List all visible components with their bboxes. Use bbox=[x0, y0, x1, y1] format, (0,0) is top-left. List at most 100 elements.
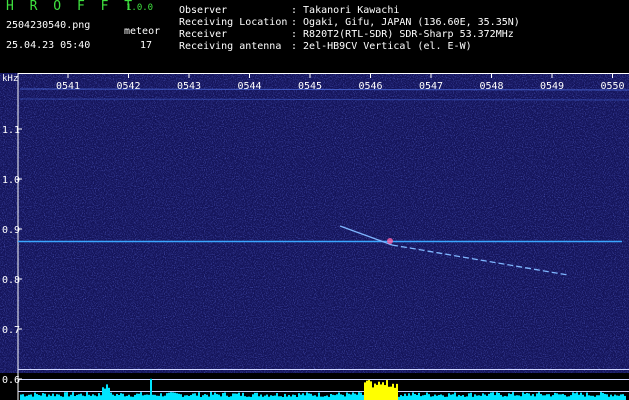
level-bar bbox=[578, 394, 580, 400]
level-bar bbox=[430, 396, 432, 400]
level-bar bbox=[294, 394, 296, 400]
level-bar bbox=[24, 396, 26, 400]
level-bar bbox=[466, 396, 468, 400]
level-bar bbox=[130, 396, 132, 400]
level-bar bbox=[242, 392, 244, 400]
observer-label: Observer bbox=[179, 5, 228, 16]
level-bar bbox=[514, 395, 516, 400]
level-bar bbox=[458, 394, 460, 400]
level-bar bbox=[144, 394, 146, 400]
level-bar bbox=[322, 396, 324, 400]
level-bar bbox=[408, 393, 410, 400]
location-value: : Ogaki, Gifu, JAPAN (136.60E, 35.35N) bbox=[291, 17, 520, 28]
level-bar bbox=[546, 394, 548, 400]
level-bar bbox=[216, 394, 218, 400]
location-label: Receiving Location bbox=[179, 17, 288, 28]
level-bar bbox=[102, 387, 104, 400]
level-bar bbox=[470, 392, 472, 400]
level-bar bbox=[528, 393, 530, 400]
level-bar bbox=[248, 396, 250, 400]
level-bar bbox=[192, 393, 194, 400]
level-bar bbox=[232, 393, 234, 400]
level-bar bbox=[432, 396, 434, 400]
level-bar bbox=[238, 392, 240, 400]
level-bar bbox=[304, 395, 306, 400]
level-bar bbox=[590, 395, 592, 400]
level-bar bbox=[478, 395, 480, 400]
level-bar bbox=[218, 394, 220, 400]
level-bar bbox=[76, 394, 78, 400]
level-bar bbox=[40, 395, 42, 400]
level-bar bbox=[258, 396, 260, 400]
level-bar bbox=[558, 394, 560, 400]
level-bar bbox=[114, 395, 116, 400]
level-bar bbox=[206, 394, 208, 400]
level-bar bbox=[66, 392, 68, 400]
level-bar bbox=[292, 394, 294, 400]
level-bar bbox=[488, 393, 490, 400]
level-bar bbox=[554, 392, 556, 400]
level-bar bbox=[234, 393, 236, 400]
level-bar bbox=[596, 395, 598, 400]
level-bar bbox=[162, 396, 164, 400]
level-bar bbox=[118, 394, 120, 400]
level-bar bbox=[30, 394, 32, 400]
level-bar bbox=[620, 394, 622, 400]
level-bar bbox=[562, 393, 564, 400]
level-bar bbox=[388, 386, 390, 400]
level-bar bbox=[382, 382, 384, 400]
level-bar bbox=[366, 380, 368, 400]
level-bar bbox=[500, 394, 502, 400]
freq-tick-label: 0.8 bbox=[2, 275, 20, 286]
level-bar bbox=[538, 392, 540, 400]
level-bar bbox=[484, 394, 486, 400]
level-bar bbox=[344, 396, 346, 400]
level-bar bbox=[348, 393, 350, 400]
level-bar bbox=[572, 392, 574, 400]
time-tick-label: 0544 bbox=[237, 81, 261, 92]
level-bar bbox=[550, 396, 552, 400]
level-bar bbox=[606, 394, 608, 400]
time-tick-label: 0543 bbox=[177, 81, 201, 92]
level-bar bbox=[614, 394, 616, 400]
level-bar bbox=[372, 387, 374, 400]
level-bar bbox=[68, 396, 70, 400]
meteor-count: 17 bbox=[140, 40, 153, 51]
level-bar bbox=[158, 395, 160, 400]
level-bar bbox=[58, 394, 60, 400]
level-bar bbox=[600, 392, 602, 400]
level-bar bbox=[156, 395, 158, 400]
level-bar bbox=[352, 392, 354, 400]
level-bar bbox=[142, 395, 144, 400]
level-bar bbox=[584, 396, 586, 400]
antenna-value: : 2el-HB9CV Vertical (el. E-W) bbox=[291, 41, 472, 52]
level-bar bbox=[44, 393, 46, 400]
level-bar bbox=[336, 394, 338, 400]
level-bar bbox=[48, 394, 50, 400]
level-bar bbox=[160, 393, 162, 400]
level-bar bbox=[98, 393, 100, 400]
level-bar bbox=[618, 395, 620, 400]
level-bar bbox=[180, 394, 182, 400]
time-tick-label: 0548 bbox=[479, 81, 503, 92]
level-bar bbox=[276, 393, 278, 400]
level-bar bbox=[104, 388, 106, 400]
level-bar bbox=[512, 392, 514, 400]
meteor-label: meteor bbox=[124, 26, 161, 37]
level-bar bbox=[224, 392, 226, 400]
time-tick-label: 0549 bbox=[540, 81, 564, 92]
level-bar bbox=[476, 395, 478, 400]
time-tick-label: 0547 bbox=[419, 81, 443, 92]
level-bar bbox=[414, 394, 416, 400]
level-bar bbox=[122, 393, 124, 400]
level-bar bbox=[460, 395, 462, 400]
level-bar bbox=[150, 378, 152, 400]
level-bar bbox=[420, 396, 422, 400]
level-bar bbox=[274, 395, 276, 400]
level-bar bbox=[284, 393, 286, 400]
hrofft-window: H R O F F T 1.0.0 2504230540.png meteor … bbox=[0, 0, 629, 400]
level-bar bbox=[190, 395, 192, 400]
level-bar bbox=[564, 395, 566, 400]
level-bar bbox=[318, 392, 320, 400]
level-bar bbox=[88, 394, 90, 400]
